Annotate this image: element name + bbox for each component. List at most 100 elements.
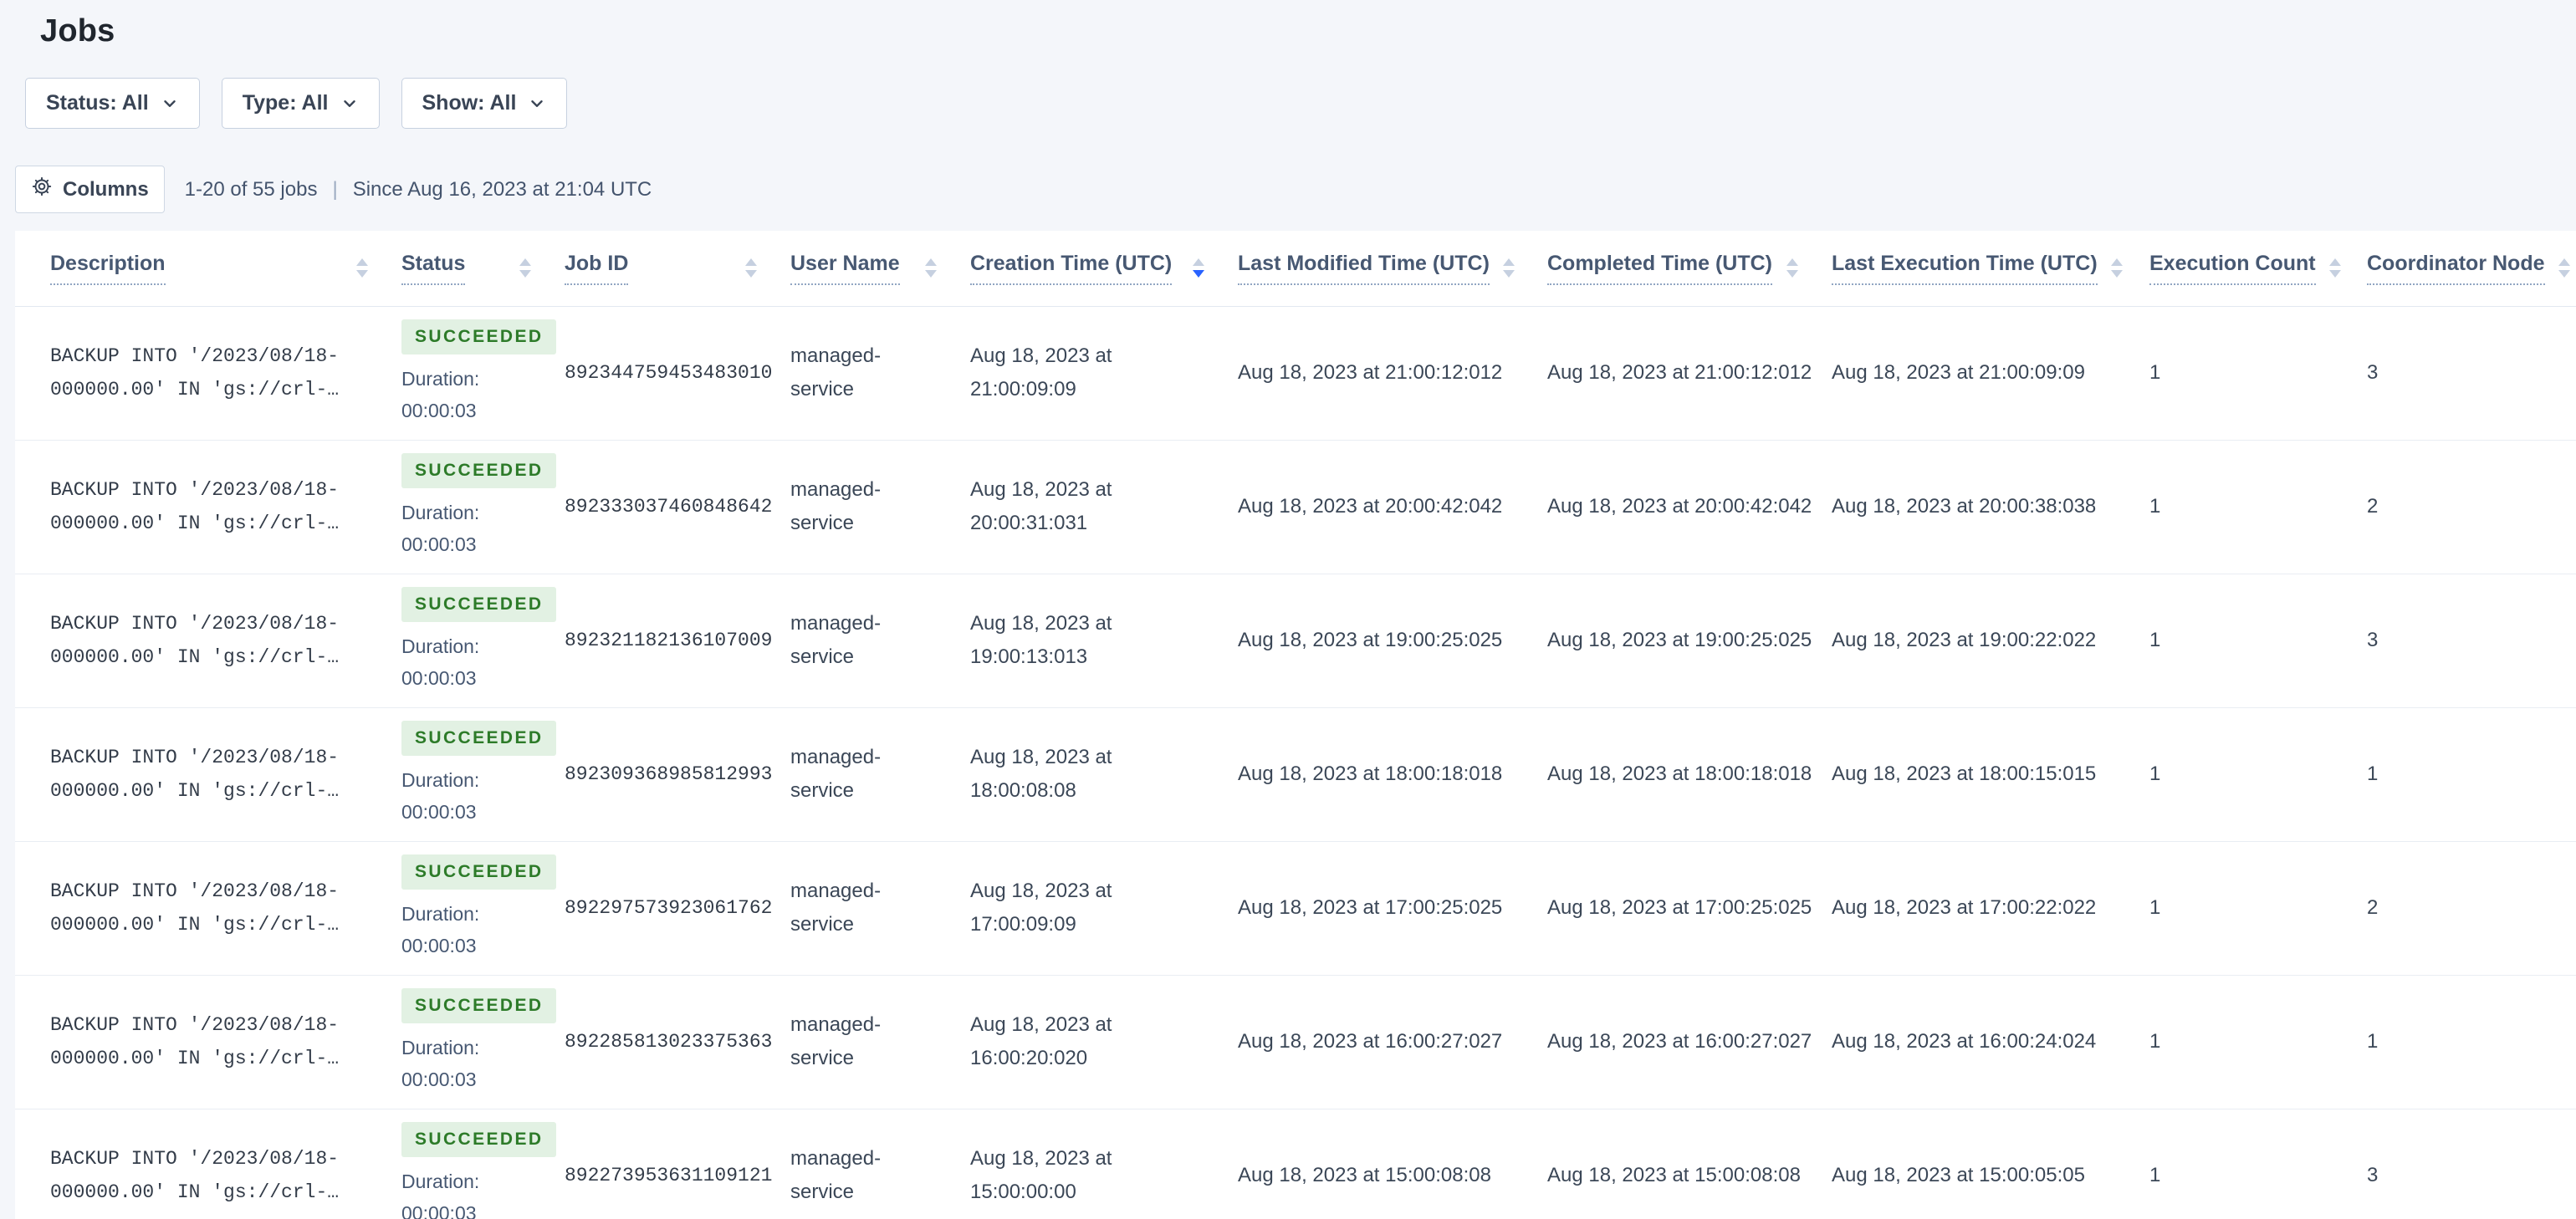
column-header-description[interactable]: Description: [15, 231, 401, 307]
description-cell: BACKUP INTO '/2023/08/18- 000000.00' IN …: [15, 574, 401, 707]
job-id-cell: 892309368985812993: [565, 763, 773, 785]
execution-count-cell: 1: [2149, 1030, 2161, 1053]
coordinator-node-cell: 2: [2367, 495, 2379, 518]
sort-arrows-icon[interactable]: [1193, 258, 1204, 278]
last-modified-time-cell: Aug 18, 2023 at 18:00:18:018: [1238, 763, 1503, 785]
show-filter-dropdown[interactable]: Show: All: [401, 78, 568, 129]
completed-time-cell: Aug 18, 2023 at 17:00:25:025: [1547, 896, 1812, 919]
status-badge: SUCCEEDED: [401, 319, 557, 354]
table-row: BACKUP INTO '/2023/08/18- 000000.00' IN …: [15, 574, 2576, 707]
column-header-creation-time[interactable]: Creation Time (UTC): [970, 231, 1238, 307]
last-modified-time-cell: Aug 18, 2023 at 20:00:42:042: [1238, 495, 1503, 518]
last-execution-time-cell: Aug 18, 2023 at 19:00:22:022: [1832, 629, 2097, 651]
results-summary: 1-20 of 55 jobs | Since Aug 16, 2023 at …: [165, 178, 652, 201]
gear-icon: [31, 176, 53, 203]
description-line: BACKUP INTO '/2023/08/18-: [50, 747, 340, 768]
column-header-coordinator-node[interactable]: Coordinator Node: [2367, 231, 2576, 307]
column-header-completed-time[interactable]: Completed Time (UTC): [1547, 231, 1832, 307]
status-filter-label: Status: All: [46, 91, 149, 115]
columns-button[interactable]: Columns: [15, 166, 165, 213]
duration-value: 00:00:03: [401, 801, 477, 823]
duration-value: 00:00:03: [401, 1069, 477, 1090]
type-filter-dropdown[interactable]: Type: All: [221, 78, 380, 129]
duration-label: Duration:: [401, 903, 480, 925]
status-cell: SUCCEEDED Duration: 00:00:03: [401, 1109, 565, 1219]
execution-count-cell: 1: [2149, 896, 2161, 919]
description-line: 000000.00' IN 'gs://crl-…: [50, 646, 340, 668]
description-line: 000000.00' IN 'gs://crl-…: [50, 914, 340, 936]
description-line: BACKUP INTO '/2023/08/18-: [50, 613, 340, 635]
completed-time-cell: Aug 18, 2023 at 19:00:25:025: [1547, 629, 1812, 651]
description-line: 000000.00' IN 'gs://crl-…: [50, 780, 340, 802]
description-cell: BACKUP INTO '/2023/08/18- 000000.00' IN …: [15, 707, 401, 841]
sort-arrows-icon[interactable]: [1786, 258, 1798, 278]
status-cell: SUCCEEDED Duration: 00:00:03: [401, 841, 565, 975]
column-header-job-id[interactable]: Job ID: [565, 231, 790, 307]
description-cell: BACKUP INTO '/2023/08/18- 000000.00' IN …: [15, 841, 401, 975]
last-modified-time-cell: Aug 18, 2023 at 16:00:27:027: [1238, 1030, 1503, 1053]
chevron-down-icon: [340, 94, 359, 113]
table-row: BACKUP INTO '/2023/08/18- 000000.00' IN …: [15, 707, 2576, 841]
duration-label: Duration:: [401, 635, 480, 657]
status-badge: SUCCEEDED: [401, 988, 557, 1023]
sort-arrows-icon[interactable]: [745, 258, 757, 278]
column-header-execution-count[interactable]: Execution Count: [2149, 231, 2367, 307]
duration-label: Duration:: [401, 769, 480, 791]
status-badge: SUCCEEDED: [401, 453, 557, 488]
description-cell: BACKUP INTO '/2023/08/18- 000000.00' IN …: [15, 975, 401, 1109]
user-name-cell: managed-service: [790, 1147, 882, 1203]
completed-time-cell: Aug 18, 2023 at 18:00:18:018: [1547, 763, 1812, 785]
page-title: Jobs: [40, 13, 115, 48]
sort-arrows-icon[interactable]: [925, 258, 937, 278]
column-header-last-execution-time[interactable]: Last Execution Time (UTC): [1832, 231, 2149, 307]
jobs-table: Description Status Job ID User Name Crea…: [15, 231, 2576, 1219]
completed-time-cell: Aug 18, 2023 at 16:00:27:027: [1547, 1030, 1812, 1053]
job-id-cell: 892333037460848642: [565, 496, 773, 518]
status-badge: SUCCEEDED: [401, 854, 557, 890]
coordinator-node-cell: 1: [2367, 1030, 2379, 1053]
status-cell: SUCCEEDED Duration: 00:00:03: [401, 574, 565, 707]
completed-time-cell: Aug 18, 2023 at 15:00:08:08: [1547, 1164, 1801, 1186]
sort-arrows-icon[interactable]: [1502, 258, 1515, 278]
table-row: BACKUP INTO '/2023/08/18- 000000.00' IN …: [15, 975, 2576, 1109]
sort-arrows-icon[interactable]: [2328, 258, 2341, 278]
status-cell: SUCCEEDED Duration: 00:00:03: [401, 975, 565, 1109]
description-line: 000000.00' IN 'gs://crl-…: [50, 379, 340, 400]
coordinator-node-cell: 3: [2367, 361, 2379, 384]
toolbar-separator: |: [332, 177, 338, 201]
columns-button-label: Columns: [63, 177, 149, 201]
job-id-cell: 892273953631109121: [565, 1165, 773, 1186]
show-filter-label: Show: All: [422, 91, 517, 115]
last-execution-time-cell: Aug 18, 2023 at 17:00:22:022: [1832, 896, 2097, 919]
job-id-cell: 892297573923061762: [565, 897, 773, 919]
duration-label: Duration:: [401, 502, 480, 523]
sort-arrows-icon[interactable]: [356, 258, 368, 278]
completed-time-cell: Aug 18, 2023 at 21:00:12:012: [1547, 361, 1812, 384]
duration-value: 00:00:03: [401, 1202, 477, 1219]
column-header-last-modified-time[interactable]: Last Modified Time (UTC): [1238, 231, 1547, 307]
description-line: BACKUP INTO '/2023/08/18-: [50, 880, 340, 902]
sort-arrows-icon[interactable]: [519, 258, 531, 278]
column-header-status[interactable]: Status: [401, 231, 565, 307]
sort-arrows-icon[interactable]: [2110, 258, 2123, 278]
execution-count-cell: 1: [2149, 495, 2161, 518]
status-filter-dropdown[interactable]: Status: All: [25, 78, 200, 129]
coordinator-node-cell: 3: [2367, 1164, 2379, 1186]
column-header-user-name[interactable]: User Name: [790, 231, 970, 307]
user-name-cell: managed-service: [790, 880, 882, 936]
last-modified-time-cell: Aug 18, 2023 at 15:00:08:08: [1238, 1164, 1491, 1186]
last-modified-time-cell: Aug 18, 2023 at 21:00:12:012: [1238, 361, 1503, 384]
description-line: 000000.00' IN 'gs://crl-…: [50, 1181, 340, 1203]
job-id-cell: 892321182136107009: [565, 630, 773, 651]
last-execution-time-cell: Aug 18, 2023 at 18:00:15:015: [1832, 763, 2097, 785]
table-row: BACKUP INTO '/2023/08/18- 000000.00' IN …: [15, 841, 2576, 975]
status-cell: SUCCEEDED Duration: 00:00:03: [401, 306, 565, 440]
duration-value: 00:00:03: [401, 400, 477, 421]
duration-label: Duration:: [401, 1037, 480, 1058]
duration-label: Duration:: [401, 368, 480, 390]
sort-arrows-icon[interactable]: [2558, 258, 2570, 278]
job-id-cell: 892344759453483010: [565, 362, 773, 384]
last-execution-time-cell: Aug 18, 2023 at 20:00:38:038: [1832, 495, 2097, 518]
creation-time-cell: Aug 18, 2023 at 18:00:08:08: [970, 746, 1112, 802]
since-timestamp: Since Aug 16, 2023 at 21:04 UTC: [352, 177, 652, 201]
